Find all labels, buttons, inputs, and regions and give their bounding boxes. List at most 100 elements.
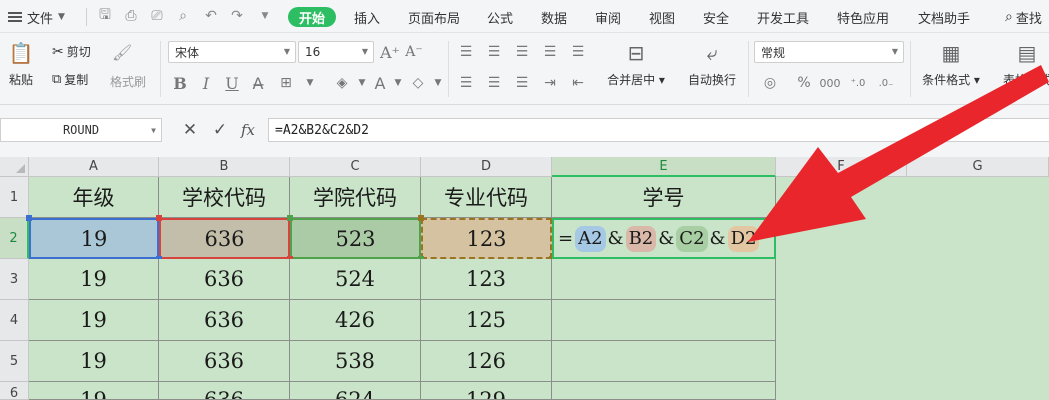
row-header-5[interactable]: 5 bbox=[0, 341, 29, 382]
bold-icon[interactable]: B bbox=[170, 73, 190, 93]
cell-c3[interactable]: 524 bbox=[290, 259, 421, 300]
distributed-icon[interactable]: ☰ bbox=[512, 73, 532, 93]
cell-e6[interactable] bbox=[552, 382, 776, 400]
number-format-select[interactable]: 常规 ▼ bbox=[754, 41, 904, 63]
align-middle-icon[interactable]: ☰ bbox=[484, 42, 504, 62]
merge-center-button[interactable]: ⊟ 合并居中 ▾ bbox=[604, 41, 668, 88]
column-header-f[interactable]: F bbox=[776, 157, 907, 177]
tab-view[interactable]: 视图 bbox=[644, 7, 680, 27]
column-header-c[interactable]: C bbox=[290, 157, 421, 177]
column-header-g[interactable]: G bbox=[907, 157, 1049, 177]
cell-e5[interactable] bbox=[552, 341, 776, 382]
align-top-icon[interactable]: ☰ bbox=[456, 42, 476, 62]
cell-e3[interactable] bbox=[552, 259, 776, 300]
undo-icon[interactable]: ↶ bbox=[202, 7, 220, 25]
tab-doc-assistant[interactable]: 文档助手 bbox=[912, 7, 976, 27]
row-header-3[interactable]: 3 bbox=[0, 259, 29, 300]
selection-handle[interactable] bbox=[418, 215, 424, 221]
cell-c4[interactable]: 426 bbox=[290, 300, 421, 341]
cancel-icon[interactable]: ✕ bbox=[180, 120, 200, 140]
cell-a4[interactable]: 19 bbox=[29, 300, 159, 341]
font-name-select[interactable]: 宋体 ▼ bbox=[168, 41, 296, 63]
strikethrough-icon[interactable]: A̶ bbox=[248, 73, 268, 93]
cell-a6[interactable]: 19 bbox=[29, 382, 159, 400]
cell-b5[interactable]: 636 bbox=[159, 341, 290, 382]
row-header-1[interactable]: 1 bbox=[0, 177, 29, 218]
cell-a3[interactable]: 19 bbox=[29, 259, 159, 300]
wrap-text-button[interactable]: ⤶ 自动换行 bbox=[682, 41, 742, 88]
currency-icon[interactable]: ◎ bbox=[760, 73, 780, 93]
cell-d1[interactable]: 专业代码 bbox=[421, 177, 552, 218]
tab-developer[interactable]: 开发工具 bbox=[752, 7, 814, 27]
tab-security[interactable]: 安全 bbox=[698, 7, 734, 27]
cell-e2-editing[interactable]: = A2 & B2 & C2 & D2 bbox=[552, 218, 776, 259]
cell-d5[interactable]: 126 bbox=[421, 341, 552, 382]
tab-page-layout[interactable]: 页面布局 bbox=[403, 7, 465, 27]
table-style-button[interactable]: ▤ 表格样式 bbox=[994, 41, 1049, 88]
column-header-a[interactable]: A bbox=[29, 157, 159, 177]
conditional-format-button[interactable]: ▦ 条件格式 ▾ bbox=[918, 41, 984, 88]
cell-a1[interactable]: 年级 bbox=[29, 177, 159, 218]
cell-c6[interactable]: 624 bbox=[290, 382, 421, 400]
increase-font-icon[interactable]: A⁺ bbox=[380, 42, 400, 62]
align-right-icon[interactable]: ☰ bbox=[456, 73, 476, 93]
cell-a5[interactable]: 19 bbox=[29, 341, 159, 382]
column-header-d[interactable]: D bbox=[421, 157, 552, 177]
cell-b2[interactable]: 636 bbox=[159, 218, 290, 259]
cell-d6[interactable]: 129 bbox=[421, 382, 552, 400]
column-header-b[interactable]: B bbox=[159, 157, 290, 177]
cell-b4[interactable]: 636 bbox=[159, 300, 290, 341]
selection-handle[interactable] bbox=[287, 215, 293, 221]
tab-home[interactable]: 开始 bbox=[288, 7, 336, 27]
align-center-icon[interactable]: ☰ bbox=[568, 42, 588, 62]
outdent-icon[interactable]: ⇤ bbox=[568, 73, 588, 93]
row-header-2[interactable]: 2 bbox=[0, 218, 29, 259]
print-preview-icon[interactable]: ⌕ bbox=[174, 7, 192, 25]
formula-input[interactable]: =A2&B2&C2&D2 bbox=[268, 118, 1049, 142]
cell-c5[interactable]: 538 bbox=[290, 341, 421, 382]
chevron-down-icon[interactable]: ▼ bbox=[352, 73, 372, 93]
tab-formulas[interactable]: 公式 bbox=[482, 7, 518, 27]
tab-data[interactable]: 数据 bbox=[536, 7, 572, 27]
cell-b6[interactable]: 636 bbox=[159, 382, 290, 400]
chevron-down-icon[interactable]: ▼ bbox=[388, 73, 408, 93]
font-color-icon[interactable]: A bbox=[370, 73, 390, 93]
row-header-4[interactable]: 4 bbox=[0, 300, 29, 341]
confirm-icon[interactable]: ✓ bbox=[210, 120, 230, 140]
format-painter-button[interactable]: 格式刷 bbox=[110, 73, 146, 90]
indent-icon[interactable]: ⇥ bbox=[540, 73, 560, 93]
tab-insert[interactable]: 插入 bbox=[348, 7, 386, 27]
cell-c2[interactable]: 523 bbox=[290, 218, 421, 259]
paste-button[interactable]: 📋 粘贴 bbox=[4, 41, 38, 88]
chevron-down-icon[interactable]: ▼ bbox=[428, 73, 448, 93]
selection-handle[interactable] bbox=[26, 215, 32, 221]
cell-e1[interactable]: 学号 bbox=[552, 177, 776, 218]
cut-button[interactable]: ✂ 剪切 bbox=[52, 43, 91, 60]
insert-function-icon[interactable]: fx bbox=[238, 120, 258, 140]
select-all-button[interactable] bbox=[0, 157, 29, 177]
cell-b1[interactable]: 学校代码 bbox=[159, 177, 290, 218]
decrease-font-icon[interactable]: A⁻ bbox=[404, 42, 424, 62]
empty-cells-area[interactable] bbox=[776, 177, 1049, 400]
increase-decimal-icon[interactable]: ⁺.0 bbox=[848, 73, 868, 93]
tab-review[interactable]: 审阅 bbox=[590, 7, 626, 27]
cell-c1[interactable]: 学院代码 bbox=[290, 177, 421, 218]
cell-d4[interactable]: 125 bbox=[421, 300, 552, 341]
chevron-down-icon[interactable]: ▼ bbox=[300, 73, 320, 93]
decrease-decimal-icon[interactable]: .0₋ bbox=[876, 73, 896, 93]
percent-icon[interactable]: % bbox=[794, 73, 814, 93]
name-box[interactable]: ROUND ▼ bbox=[0, 118, 162, 142]
thousands-icon[interactable]: 000 bbox=[820, 73, 841, 93]
italic-icon[interactable]: I bbox=[196, 73, 216, 93]
justify-icon[interactable]: ☰ bbox=[484, 73, 504, 93]
file-menu[interactable]: 文件 ▼ bbox=[8, 7, 65, 27]
border-icon[interactable]: ⊞ bbox=[276, 73, 296, 93]
cell-e4[interactable] bbox=[552, 300, 776, 341]
redo-icon[interactable]: ↷ bbox=[228, 7, 246, 25]
search-button[interactable]: ⌕ 查找 bbox=[1005, 7, 1042, 27]
eraser-icon[interactable]: ◇ bbox=[408, 73, 428, 93]
cell-b3[interactable]: 636 bbox=[159, 259, 290, 300]
format-painter-icon-button[interactable]: 🖌 bbox=[112, 43, 132, 62]
font-size-select[interactable]: 16 ▼ bbox=[298, 41, 374, 63]
underline-icon[interactable]: U bbox=[222, 73, 242, 93]
